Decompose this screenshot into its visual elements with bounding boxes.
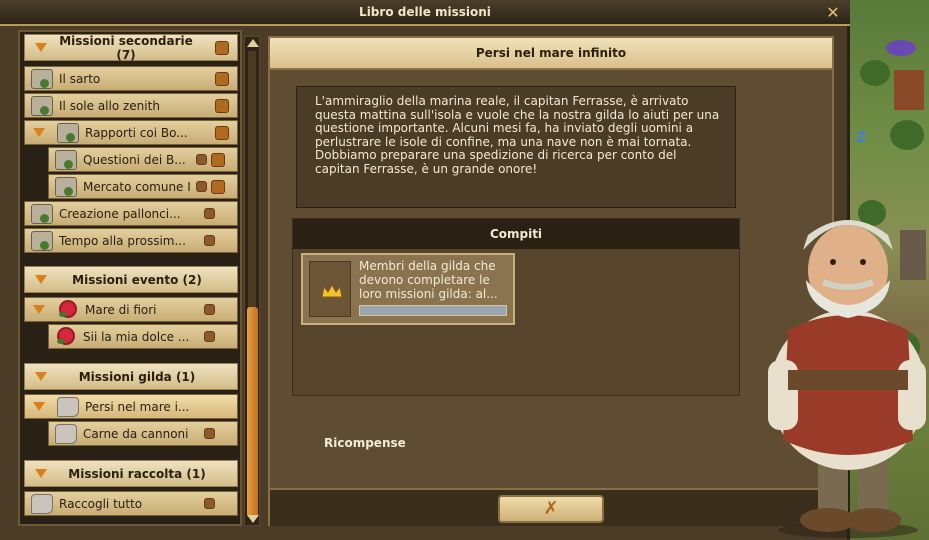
sleep-icon: Z (856, 130, 867, 146)
task-progress-fill (360, 306, 506, 315)
group-missioni-secondarie[interactable]: Missioni secondarie (7) (24, 34, 238, 62)
chevron-down-icon (35, 43, 47, 52)
chevron-down-icon (33, 128, 45, 137)
lock-icon (204, 235, 215, 246)
scroll-down-icon[interactable] (247, 515, 259, 523)
lock-icon (196, 154, 207, 165)
scroll-up-icon[interactable] (247, 39, 259, 47)
window-title: Libro delle missioni (0, 0, 850, 26)
lock-icon (204, 208, 215, 219)
list-item[interactable]: Raccogli tutto (24, 491, 238, 516)
list-item[interactable]: Carne da cannoni (48, 421, 238, 446)
close-icon[interactable]: ✕ (824, 4, 842, 22)
quest-title: Persi nel mare infinito (270, 38, 832, 70)
scroll-icon (31, 68, 53, 89)
rose-icon (55, 326, 77, 347)
quest-giver-icon (215, 40, 229, 55)
rewards-label: Ricompense (324, 436, 406, 450)
scroll-icon (57, 122, 79, 143)
task-card[interactable]: Membri della gilda che devono completare… (301, 253, 515, 325)
quest-giver-icon (215, 125, 229, 140)
list-scrollbar[interactable] (244, 36, 260, 526)
lock-icon (204, 428, 215, 439)
list-item[interactable]: Questioni dei B... (48, 147, 238, 172)
lock-icon (204, 304, 215, 315)
chevron-down-icon (35, 275, 47, 284)
group-missioni-gilda[interactable]: Missioni gilda (1) (24, 363, 238, 390)
chevron-down-icon (35, 372, 47, 381)
scroll-thumb[interactable] (247, 307, 258, 517)
list-item[interactable]: Sii la mia dolce ... (48, 324, 238, 349)
list-item[interactable]: Il sarto (24, 66, 238, 91)
mission-list: Missioni secondarie (7) Il sarto Il sole… (18, 30, 242, 526)
quest-giver-icon (215, 71, 229, 86)
task-progress-bar (359, 305, 507, 316)
lock-icon (204, 331, 215, 342)
tasks-panel: Compiti Membri della gilda che devono co… (292, 218, 740, 396)
mission-book-window: Libro delle missioni ✕ Missioni secondar… (0, 0, 850, 540)
list-item[interactable]: Mare di fiori (24, 297, 238, 322)
chevron-down-icon (33, 305, 45, 314)
list-item[interactable]: Rapporti coi Bo... (24, 120, 238, 145)
close-button[interactable]: ✗ (498, 495, 604, 523)
npc-character (768, 220, 926, 538)
lock-icon (204, 498, 215, 509)
task-description: Membri della gilda che devono completare… (359, 259, 498, 301)
chevron-down-icon (35, 469, 47, 478)
lock-icon (196, 181, 207, 192)
group-missioni-raccolta[interactable]: Missioni raccolta (1) (24, 460, 238, 487)
scroll-icon (55, 149, 77, 170)
chevron-down-icon (33, 402, 45, 411)
scroll-icon (31, 230, 53, 251)
scroll-icon (31, 203, 53, 224)
list-item[interactable]: Tempo alla prossim... (24, 228, 238, 253)
list-item-selected[interactable]: Persi nel mare i... (24, 394, 238, 419)
group-missioni-evento[interactable]: Missioni evento (2) (24, 266, 238, 293)
tasks-header: Compiti (293, 219, 739, 249)
boot-icon (55, 423, 77, 444)
quest-description: L'ammiraglio della marina reale, il capi… (296, 86, 736, 208)
list-item[interactable]: Mercato comune I (48, 174, 238, 199)
scroll-icon (55, 176, 77, 197)
rose-icon (57, 299, 79, 320)
boot-icon (57, 396, 79, 417)
crown-icon (321, 284, 343, 298)
quest-giver-icon (211, 179, 225, 194)
scroll-icon (31, 95, 53, 116)
task-icon-frame (309, 261, 351, 317)
boot-icon (31, 493, 53, 514)
quest-giver-icon (211, 152, 225, 167)
list-item[interactable]: Creazione palloncі... (24, 201, 238, 226)
list-item[interactable]: Il sole allo zenith (24, 93, 238, 118)
quest-giver-icon (215, 98, 229, 113)
